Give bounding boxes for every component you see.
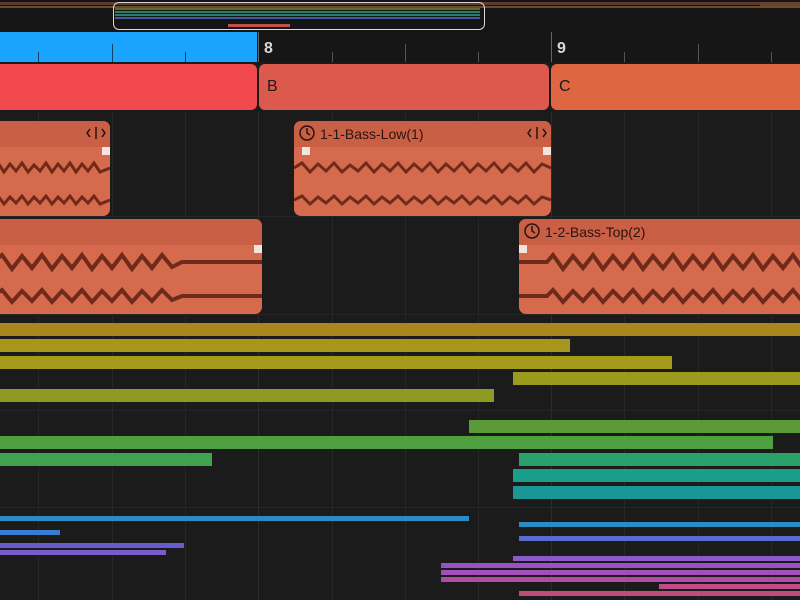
arrangement-section-a[interactable] xyxy=(0,64,257,110)
midi-region-blue-4[interactable] xyxy=(519,536,800,541)
loop-icon[interactable] xyxy=(527,125,547,141)
audio-region-bass-low[interactable]: 1-1-Bass-Low(1) xyxy=(294,121,551,216)
waveform xyxy=(0,251,262,273)
midi-region-teal-1[interactable] xyxy=(513,469,800,482)
overview-viewport[interactable] xyxy=(113,2,485,30)
midi-region-violet-3[interactable] xyxy=(441,570,800,575)
midi-region-green-1[interactable] xyxy=(469,420,800,433)
waveform xyxy=(0,160,110,175)
waveform-lower xyxy=(0,193,110,207)
bar-number-9: 9 xyxy=(557,40,566,57)
arrangement-track: B C xyxy=(0,62,800,112)
midi-region-blue-2[interactable] xyxy=(0,530,60,535)
region-name: 1-2-Bass-Top(2) xyxy=(545,224,646,240)
midi-region-teal-2[interactable] xyxy=(513,486,800,499)
midi-region-olive-4[interactable] xyxy=(513,372,800,385)
arrangement-section-b[interactable]: B xyxy=(259,64,549,110)
audio-region-bass-top-prev[interactable] xyxy=(0,219,262,314)
audio-region-bass-low-prev[interactable] xyxy=(0,121,110,216)
midi-region-green-3[interactable] xyxy=(0,453,212,466)
midi-region-olive-1[interactable] xyxy=(0,323,800,336)
midi-region-olive-3[interactable] xyxy=(0,356,672,369)
midi-region-purple-2[interactable] xyxy=(0,550,166,555)
midi-region-green-4[interactable] xyxy=(519,453,800,466)
tracks-area[interactable]: 1-1-Bass-Low(1) 1-2-Bass-Top(2) xyxy=(0,112,800,600)
waveform xyxy=(519,251,800,273)
midi-region-magenta-3[interactable] xyxy=(519,591,800,596)
waveform-lower xyxy=(294,193,551,207)
midi-region-blue-3[interactable] xyxy=(519,522,800,527)
midi-region-purple-1[interactable] xyxy=(0,543,184,548)
bar-number-8: 8 xyxy=(264,40,273,57)
waveform xyxy=(294,160,551,175)
midi-region-violet-1[interactable] xyxy=(513,556,800,561)
clock-icon xyxy=(524,223,540,239)
section-label: C xyxy=(559,78,571,95)
waveform-lower xyxy=(519,286,800,306)
midi-region-magenta-2[interactable] xyxy=(659,584,800,589)
overview-strip[interactable] xyxy=(0,0,800,32)
midi-region-violet-2[interactable] xyxy=(441,563,800,568)
timeline-ruler[interactable]: 8 9 xyxy=(0,32,800,62)
arrangement-section-c[interactable]: C xyxy=(551,64,800,110)
region-name: 1-1-Bass-Low(1) xyxy=(320,126,424,142)
waveform-lower xyxy=(0,286,262,306)
section-label: B xyxy=(267,78,278,95)
midi-region-olive-2[interactable] xyxy=(0,339,570,352)
midi-region-magenta-1[interactable] xyxy=(441,577,800,582)
audio-region-bass-top[interactable]: 1-2-Bass-Top(2) xyxy=(519,219,800,314)
clock-icon xyxy=(299,125,315,141)
midi-region-olive-5[interactable] xyxy=(0,389,494,402)
midi-region-blue-1[interactable] xyxy=(0,516,469,521)
loop-icon[interactable] xyxy=(86,125,106,141)
midi-region-green-2[interactable] xyxy=(0,436,773,449)
